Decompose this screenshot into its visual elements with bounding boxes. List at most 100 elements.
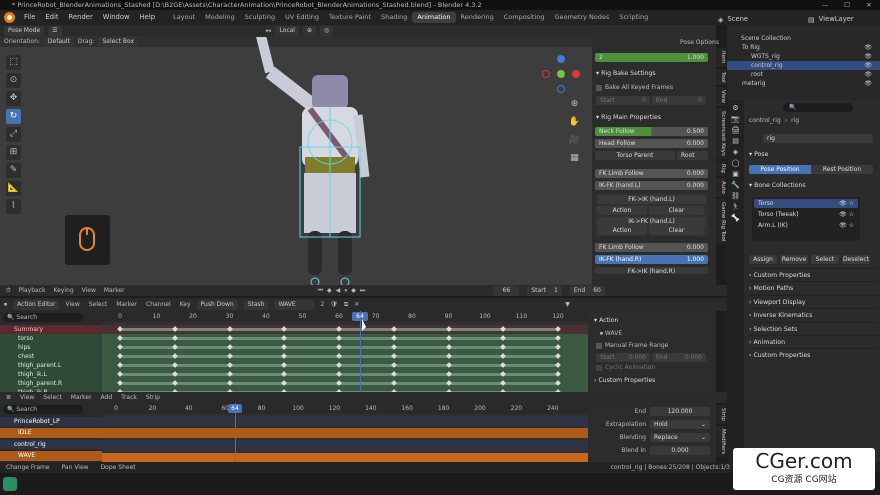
nla-track[interactable]: WAVE xyxy=(0,451,102,461)
clear-button[interactable]: Clear xyxy=(649,206,704,215)
nla-track[interactable]: control_rig xyxy=(0,440,102,449)
sidebar-tab-item[interactable]: Item xyxy=(716,48,726,67)
wave-strip[interactable] xyxy=(102,453,588,462)
pose-position-button[interactable]: Pose Position xyxy=(749,165,811,174)
top-slider[interactable]: 2 1.000 xyxy=(595,53,708,62)
timeline-menu-marker[interactable]: Marker xyxy=(104,287,125,294)
tab-compositing[interactable]: Compositing xyxy=(499,12,550,23)
fk-to-ik-r-button[interactable]: FK->IK (hand.R) xyxy=(595,267,708,274)
outliner-item[interactable]: metarig 👁 xyxy=(727,79,880,88)
world-tab-icon[interactable]: ◯ xyxy=(732,159,740,167)
rotate-icon[interactable]: ↻ xyxy=(6,109,21,124)
action-keyframe-area[interactable]: 0 10 20 30 40 50 60 70 80 90 100 110 120 64 xyxy=(102,311,588,397)
fake-user-icon[interactable]: 🛡 xyxy=(330,301,338,308)
fk-to-ik-l-button[interactable]: FK->IK (hand.L) xyxy=(597,195,706,204)
fk-limb-follow-r-slider[interactable]: FK Limb Follow 0.000 xyxy=(595,243,708,252)
view-layer-tab-icon[interactable]: ▤ xyxy=(732,137,739,145)
render-tab-icon[interactable]: 📷 xyxy=(731,115,740,123)
filter-icon[interactable]: ▼ xyxy=(565,301,570,308)
subpanel-inverse-kinematics[interactable]: › Inverse Kinematics xyxy=(749,308,877,321)
subpanel-animation[interactable]: › Animation xyxy=(749,334,877,348)
output-tab-icon[interactable]: 🖨 xyxy=(731,126,740,134)
nla-strip-area[interactable]: 0 20 40 60 80 100 120 140 160 180 200 220 240 64 xyxy=(102,403,588,462)
eye-icon[interactable]: 👁 xyxy=(864,61,872,70)
constraints-tab-icon[interactable]: ⛓ xyxy=(731,192,740,200)
remove-button[interactable]: Remove xyxy=(780,255,808,264)
visibility-icon[interactable]: 👁 ☆ xyxy=(839,221,854,230)
idle-strip[interactable] xyxy=(102,428,588,438)
modifier-tab-icon[interactable]: 🔧 xyxy=(731,181,740,189)
bone-collection-item[interactable]: Torso 👁 ☆ xyxy=(754,199,858,208)
outliner-item[interactable]: root 👁 xyxy=(727,70,880,79)
transform-icon[interactable]: ⊞ xyxy=(6,145,21,160)
channel-row[interactable]: Summary xyxy=(0,325,102,334)
timeline-menu-playback[interactable]: Playback xyxy=(19,287,46,294)
action-start-field[interactable]: Start 0.000 xyxy=(596,353,650,362)
eye-icon[interactable]: 👁 xyxy=(864,52,872,61)
pose-options[interactable]: Pose Options xyxy=(680,39,719,46)
jump-end-icon[interactable]: ⏭ xyxy=(360,287,365,295)
properties-search[interactable]: 🔍 xyxy=(783,103,853,112)
jump-start-icon[interactable]: ⏮ xyxy=(318,287,323,295)
push-down-button[interactable]: Push Down xyxy=(196,299,238,310)
channel-search[interactable]: 🔍 Search xyxy=(3,313,83,322)
subpanel-motion-paths[interactable]: › Motion Paths xyxy=(749,281,877,294)
action-menu-select[interactable]: Select xyxy=(89,301,108,308)
scale-icon[interactable]: ⤢ xyxy=(6,127,21,142)
bake-end-field[interactable]: End 0 xyxy=(652,96,706,105)
minimize-button[interactable]: — xyxy=(814,0,836,10)
sidebar-tab-screencast-keys[interactable]: Screencast Keys xyxy=(716,108,726,160)
measure-icon[interactable]: 📐 xyxy=(6,181,21,196)
tab-texture-paint[interactable]: Texture Paint xyxy=(324,12,376,23)
subpanel-custom-properties[interactable]: › Custom Properties xyxy=(749,268,877,281)
tab-sculpting[interactable]: Sculpting xyxy=(240,12,280,23)
tab-uv-editing[interactable]: UV Editing xyxy=(280,12,324,23)
head-follow-slider[interactable]: Head Follow 0.000 xyxy=(595,139,708,148)
mode-dropdown[interactable]: Pose Mode xyxy=(4,25,45,36)
editor-mode-dropdown[interactable]: Action Editor xyxy=(13,299,60,310)
subpanel-custom-properties[interactable]: › Custom Properties xyxy=(749,348,877,361)
maximize-button[interactable]: ☐ xyxy=(836,0,858,10)
manual-range-checkbox[interactable]: Manual Frame Range xyxy=(596,342,708,349)
select-box-icon[interactable]: ⬚ xyxy=(6,55,21,70)
stash-button[interactable]: Stash xyxy=(243,299,269,310)
scene-collection[interactable]: Scene Collection xyxy=(727,34,880,43)
deselect-button[interactable]: Deselect xyxy=(842,255,870,264)
armature-name-field[interactable]: rig xyxy=(763,134,873,143)
visibility-icon[interactable]: 👁 ☆ xyxy=(839,210,854,219)
timeline-menu-keying[interactable]: Keying xyxy=(53,287,73,294)
pose-tool-icon[interactable]: ⌇ xyxy=(6,199,21,214)
tab-scripting[interactable]: Scripting xyxy=(614,12,653,23)
prev-key-icon[interactable]: ◆ xyxy=(327,287,332,294)
navigation-gizmo[interactable] xyxy=(540,53,582,95)
nla-playhead[interactable]: 64 xyxy=(228,404,242,413)
drag-dropdown[interactable]: Select Box xyxy=(98,36,139,47)
dopesheet-icon[interactable]: ⏹ xyxy=(4,301,7,309)
torso-parent-dropdown[interactable]: Root xyxy=(677,151,708,160)
eye-icon[interactable]: 👁 xyxy=(864,79,872,88)
play-reverse-icon[interactable]: ◀ xyxy=(336,287,341,294)
action-button-2[interactable]: Action xyxy=(597,226,647,235)
timeline-menu-view[interactable]: View xyxy=(82,287,96,294)
action-menu-marker[interactable]: Marker xyxy=(116,301,137,308)
new-action-icon[interactable]: ⧉ xyxy=(344,301,348,309)
extrapolation-dropdown[interactable]: Hold ⌄ xyxy=(650,420,710,429)
sidebar-tab-auto[interactable]: Auto xyxy=(716,178,726,197)
blender-logo-icon[interactable] xyxy=(4,12,15,23)
nla-editor-icon[interactable]: ≣ xyxy=(6,394,11,401)
strip-tab-modifiers[interactable]: Modifiers xyxy=(716,425,726,458)
action-menu-key[interactable]: Key xyxy=(180,301,191,308)
custom-props-header[interactable]: › Custom Properties xyxy=(594,377,710,384)
move-icon[interactable]: ✥ xyxy=(6,91,21,106)
strip-tab-strip[interactable]: Strip xyxy=(716,405,726,424)
channel-row[interactable]: thigh_ik.L xyxy=(0,370,102,379)
eye-icon[interactable]: 👁 xyxy=(864,70,872,79)
sidebar-tab-rig[interactable]: Rig xyxy=(716,161,726,177)
menu-window[interactable]: Window xyxy=(98,10,135,25)
pause-icon[interactable]: ⏸ xyxy=(344,287,347,295)
assign-button[interactable]: Assign xyxy=(749,255,777,264)
channel-row[interactable]: chest xyxy=(0,352,102,361)
channel-row[interactable]: torso xyxy=(0,334,102,343)
tab-geometry-nodes[interactable]: Geometry Nodes xyxy=(549,12,614,23)
action-ruler[interactable]: 0 10 20 30 40 50 60 70 80 90 100 110 120 xyxy=(102,311,588,322)
